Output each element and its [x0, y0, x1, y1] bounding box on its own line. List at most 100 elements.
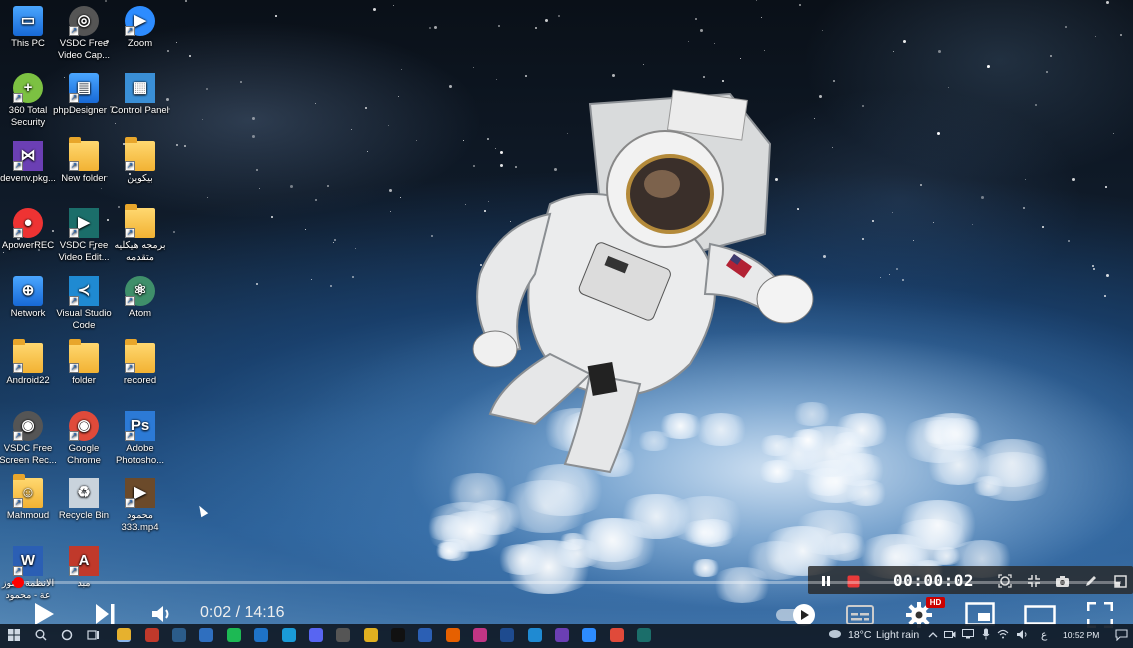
star-dot — [880, 277, 881, 278]
shortcut-arrow-icon: ↗ — [125, 26, 135, 36]
antivirus-icon[interactable] — [145, 628, 159, 642]
notification-center-button[interactable] — [1113, 627, 1129, 643]
vsdc-icon[interactable] — [637, 628, 651, 642]
desktop-icon[interactable]: Ps ↗ Adobe Photosho... — [109, 411, 171, 466]
star-dot — [938, 50, 941, 53]
star-dot — [206, 88, 208, 90]
task-view-button[interactable] — [85, 627, 101, 643]
star-dot — [722, 80, 724, 82]
tray-camera-button[interactable] — [944, 628, 956, 640]
phpdesigner-icon: ▤ ↗ — [69, 73, 99, 103]
star-dot — [1104, 295, 1106, 297]
video-scrubber-handle[interactable] — [13, 577, 24, 588]
star-dot — [352, 276, 354, 278]
star-dot — [390, 211, 391, 212]
terminal-icon[interactable] — [172, 628, 186, 642]
cortana-button[interactable] — [59, 627, 75, 643]
star-dot — [431, 235, 433, 237]
file-explorer-icon[interactable] — [117, 628, 131, 642]
desktop-icon[interactable]: ▶ ↗ VSDC Free Video Edit... — [53, 208, 115, 263]
tray-volume-button[interactable] — [1015, 628, 1029, 640]
desktop-icon[interactable]: ↗ بيكوين — [109, 137, 171, 185]
edge-icon[interactable] — [282, 628, 296, 642]
shortcut-arrow-icon: ↗ — [125, 431, 135, 441]
star-dot — [558, 15, 560, 17]
taskbar-clock[interactable]: 10:52 PM — [1063, 630, 1099, 640]
star-dot — [252, 117, 255, 120]
desktop-icon[interactable]: ↗ recored — [109, 339, 171, 387]
browser-icon[interactable] — [254, 628, 268, 642]
app-icon[interactable] — [364, 628, 378, 642]
astronaut-image — [472, 89, 814, 474]
taskbar-search-button[interactable] — [33, 627, 49, 643]
desktop-icon[interactable]: ▦ Control Panel — [109, 73, 171, 117]
visual-studio-icon[interactable] — [555, 628, 569, 642]
vscode-icon: ≺ ↗ — [69, 276, 99, 306]
desktop-icon[interactable]: ↗ برمجه هيكليه متقدمه — [109, 204, 171, 263]
show-hidden-icons-button[interactable] — [927, 628, 939, 640]
weather-widget-button[interactable] — [826, 627, 842, 641]
desktop-icon[interactable]: ⋈ ↗ devenv.pkg... — [0, 141, 59, 185]
visual-studio-icon: ⋈ ↗ — [13, 141, 43, 171]
app-icon[interactable] — [500, 628, 514, 642]
desktop-icon[interactable]: ⚛ ↗ Atom — [109, 276, 171, 320]
app-icon[interactable] — [336, 628, 350, 642]
desktop-icon[interactable]: ▶ ↗ Zoom — [109, 6, 171, 50]
input-language-indicator[interactable]: ع — [1041, 629, 1047, 641]
desktop-icon[interactable]: ◉ ↗ Google Chrome — [53, 411, 115, 466]
star-dot — [167, 50, 169, 52]
speaker-icon — [1016, 629, 1026, 639]
chrome-icon[interactable] — [610, 628, 624, 642]
star-dot — [948, 87, 949, 88]
star-dot — [3, 252, 4, 253]
star-dot — [496, 79, 497, 80]
desktop-icon[interactable]: ▶ ↗ محمود 333.mp4 — [109, 478, 171, 533]
desktop-icon[interactable]: ▤ ↗ phpDesigner 7 — [53, 73, 115, 117]
settings-app-icon[interactable] — [199, 628, 213, 642]
tiktok-icon[interactable] — [391, 628, 405, 642]
desktop-icon[interactable]: ♻ Recycle Bin — [53, 478, 115, 522]
desktop-icon-label: بيكوين — [127, 173, 153, 184]
desktop-icon[interactable]: ● ↗ ApowerREC — [0, 208, 59, 252]
star-dot — [271, 216, 273, 218]
star-dot — [714, 43, 715, 44]
cloud-puff — [434, 511, 507, 551]
video-progress-bar[interactable] — [12, 577, 1121, 588]
word-icon[interactable] — [418, 628, 432, 642]
shortcut-arrow-icon: ↗ — [13, 431, 23, 441]
vscode-icon[interactable] — [528, 628, 542, 642]
tray-microphone-button[interactable] — [980, 628, 992, 640]
discord-icon[interactable] — [309, 628, 323, 642]
shortcut-arrow-icon: ↗ — [125, 228, 135, 238]
vsdc-screen-recorder-icon: ◉ ↗ — [13, 411, 43, 441]
desktop-icon[interactable]: W ↗ الانظمة الموز عة - محمود — [0, 546, 59, 601]
star-dot — [1106, 1, 1109, 4]
tray-network-button[interactable] — [997, 628, 1009, 640]
star-dot — [275, 15, 277, 17]
desktop-icon[interactable]: ≺ ↗ Visual Studio Code — [53, 276, 115, 331]
desktop-icon[interactable]: ▭ This PC — [0, 6, 59, 50]
star-dot — [893, 51, 894, 52]
star-dot — [1046, 71, 1048, 73]
desktop-icon[interactable]: ◉ ↗ VSDC Free Screen Rec... — [0, 411, 59, 466]
tray-display-button[interactable] — [962, 628, 974, 640]
desktop-icon[interactable]: ◎ ↗ VSDC Free Video Cap... — [53, 6, 115, 61]
desktop-icon[interactable]: ↗ Android22 — [0, 339, 59, 387]
star-dot — [525, 75, 527, 77]
firefox-icon[interactable] — [446, 628, 460, 642]
control-panel-icon: ▦ — [125, 73, 155, 103]
desktop-icon-label: Adobe Photosho... — [115, 443, 165, 466]
desktop-icon[interactable]: ↗ New folder — [53, 137, 115, 185]
spotify-icon[interactable] — [227, 628, 241, 642]
video-file-icon: ▶ ↗ — [125, 478, 155, 508]
instagram-icon[interactable] — [473, 628, 487, 642]
desktop-icon[interactable]: ⊕ Network — [0, 276, 59, 320]
zoom-icon[interactable] — [582, 628, 596, 642]
star-dot — [355, 248, 356, 249]
desktop-icon[interactable]: + ↗ 360 Total Security — [0, 73, 59, 128]
monitor-icon — [962, 629, 974, 639]
desktop-icon[interactable]: ↗ folder — [53, 339, 115, 387]
star-dot — [498, 25, 500, 27]
start-button[interactable] — [6, 627, 22, 643]
desktop-icon[interactable]: ☺ ↗ Mahmoud — [0, 474, 59, 522]
